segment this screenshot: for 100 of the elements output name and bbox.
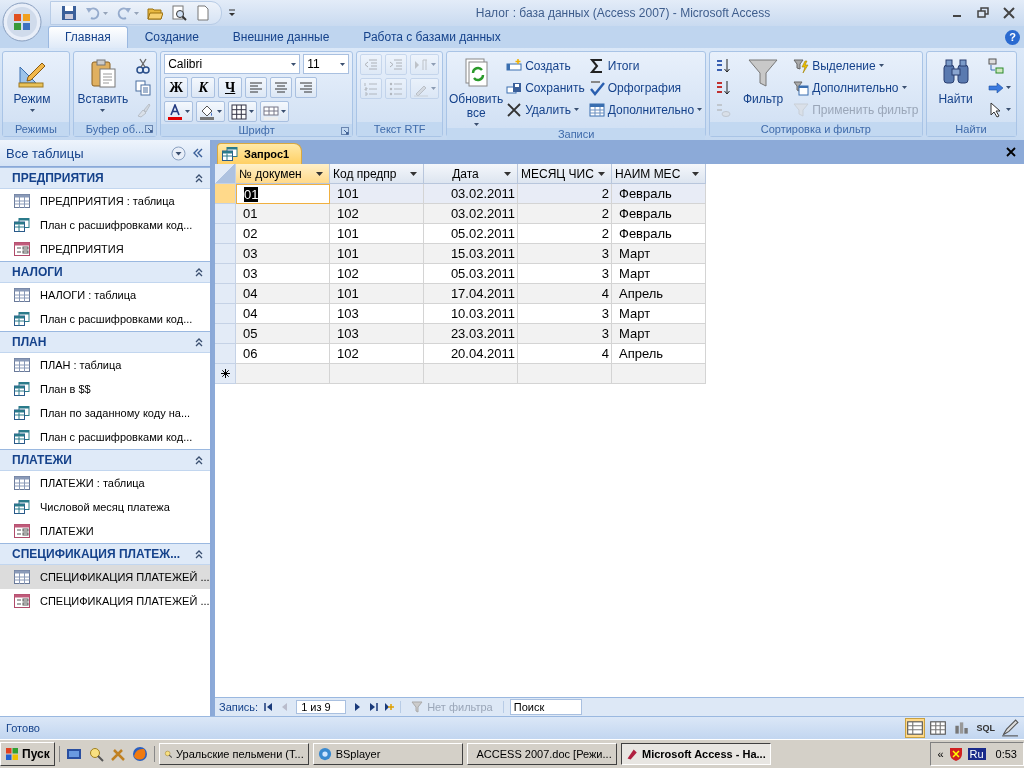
nav-item[interactable]: СПЕЦИФИКАЦИЯ ПЛАТЕЖЕЙ ... [0, 589, 210, 613]
clear-sort-icon [715, 101, 732, 118]
shield-icon[interactable] [947, 746, 964, 762]
ribbon-button[interactable]: Дополнительно [793, 78, 919, 97]
dialog-launcher-icon[interactable] [341, 127, 350, 135]
ribbon-tab[interactable]: Создание [127, 26, 216, 48]
ribbon-button[interactable]: Итоги [588, 56, 703, 75]
view-button[interactable]: SQL [974, 720, 997, 736]
dropdown-arrow-icon[interactable] [316, 171, 323, 176]
nav-group-header[interactable]: ПЛАТЕЖИ [0, 449, 210, 471]
caret-icon [134, 11, 139, 15]
nav-item[interactable]: Числовой месяц платежа [0, 495, 210, 519]
dropdown-arrow-icon[interactable] [692, 171, 699, 176]
record-selector[interactable] [215, 364, 236, 384]
column-header[interactable]: Дата [424, 164, 518, 184]
taskbar-button[interactable]: Microsoft Access - На... [620, 743, 771, 765]
ribbon-button[interactable] [196, 101, 226, 122]
combo-field[interactable]: Calibri [164, 54, 301, 74]
nav-item[interactable]: План в $$ [0, 377, 210, 401]
combo-field[interactable]: 11 [303, 54, 350, 74]
ribbon-button[interactable]: Фильтр [737, 54, 790, 106]
form-icon [14, 242, 30, 256]
ribbon-tab[interactable]: Работа с базами данных [346, 26, 518, 48]
taskbar-button[interactable]: Уральские пельмени (Т... [158, 743, 309, 765]
browser-icon[interactable] [131, 746, 148, 762]
restore-icon[interactable] [976, 6, 990, 20]
ribbon-tab[interactable]: Главная [48, 26, 128, 48]
nav-group-header[interactable]: ПЛАН [0, 331, 210, 353]
nav-group-header[interactable]: ПРЕДПРИЯТИЯ [0, 167, 210, 189]
ribbon-button[interactable] [228, 101, 258, 122]
nav-item[interactable]: План по заданному коду на... [0, 401, 210, 425]
nav-item[interactable]: СПЕЦИФИКАЦИЯ ПЛАТЕЖЕЙ ... [0, 565, 210, 589]
view-button[interactable] [928, 718, 949, 738]
document-tab[interactable]: Запрос1 [217, 143, 303, 164]
gridlines-icon [231, 103, 248, 120]
ribbon-button[interactable]: Обновить все [450, 54, 503, 126]
save-icon [61, 5, 77, 21]
new-record-icon[interactable] [384, 702, 395, 712]
column-header[interactable]: МЕСЯЦ ЧИС [518, 164, 612, 184]
collapse-pane-icon[interactable] [192, 147, 204, 159]
dialog-launcher-icon[interactable] [145, 125, 154, 133]
ribbon-button[interactable]: Найти [929, 54, 982, 106]
dropdown-icon[interactable] [171, 145, 186, 161]
dropdown-arrow-icon[interactable] [504, 171, 511, 176]
ribbon-button[interactable]: Режим [6, 54, 58, 112]
close-icon[interactable] [1002, 6, 1016, 20]
magnifier-icon[interactable] [87, 746, 104, 762]
nav-item[interactable]: ПЛАТЕЖИ : таблица [0, 471, 210, 495]
view-button[interactable] [1000, 718, 1020, 738]
record-number-field[interactable]: 1 из 9 [296, 700, 347, 714]
ribbon-button[interactable]: Вставить [76, 54, 129, 112]
ribbon-button[interactable]: Удалить [506, 100, 585, 119]
show-desktop-icon[interactable] [65, 746, 82, 762]
caret-icon [217, 110, 223, 113]
caret-icon [340, 62, 346, 66]
tray-expand-button[interactable]: « [937, 748, 944, 760]
nav-item[interactable]: План с расшифровками код... [0, 307, 210, 331]
ribbon-tab[interactable]: Внешние данные [215, 26, 347, 48]
help-button[interactable]: ? [1005, 29, 1020, 45]
windows-flag-icon [5, 747, 19, 761]
nav-group-header[interactable]: НАЛОГИ [0, 261, 210, 283]
column-header[interactable]: НАИМ МЕС [612, 164, 706, 184]
ribbon-button[interactable]: Создать [506, 56, 585, 75]
ribbon-button[interactable]: Выделение [793, 56, 919, 75]
first-record-icon[interactable] [264, 702, 275, 712]
dropdown-arrow-icon[interactable] [598, 171, 605, 176]
nav-item[interactable]: План с расшифровками код... [0, 425, 210, 449]
format-button[interactable]: К [191, 77, 216, 98]
last-record-icon[interactable] [368, 702, 379, 712]
column-header[interactable]: № докумен [236, 164, 330, 184]
nav-item[interactable]: НАЛОГИ : таблица [0, 283, 210, 307]
format-button[interactable]: Ч [218, 77, 243, 98]
caret-icon [249, 110, 255, 113]
column-header[interactable]: Код предпр [330, 164, 424, 184]
nav-item[interactable]: План с расшифровками код... [0, 213, 210, 237]
nav-item[interactable]: ПЛАТЕЖИ [0, 519, 210, 543]
nav-group-header[interactable]: СПЕЦИФИКАЦИЯ ПЛАТЕЖ... [0, 543, 210, 565]
ribbon-button[interactable] [164, 101, 194, 122]
ribbon-button[interactable]: Дополнительно [588, 100, 703, 119]
start-button[interactable]: Пуск [0, 742, 55, 766]
nav-item[interactable]: ПРЕДПРИЯТИЯ : таблица [0, 189, 210, 213]
search-field[interactable]: Поиск [509, 699, 582, 715]
language-indicator[interactable]: Ru [967, 748, 986, 760]
dropdown-arrow-icon[interactable] [410, 171, 417, 176]
nav-pane-header[interactable]: Все таблицы [0, 140, 210, 167]
toolbar-button[interactable] [61, 5, 77, 21]
player-icon [317, 747, 332, 761]
ribbon-button[interactable]: Орфография [588, 78, 703, 97]
filter-icon [747, 57, 780, 89]
nav-item[interactable]: ПРЕДПРИЯТИЯ [0, 237, 210, 261]
format-button[interactable]: Ж [164, 77, 189, 98]
toolbar-button[interactable] [171, 5, 187, 21]
close-icon[interactable] [1006, 147, 1016, 157]
taskbar-button[interactable]: ACCESS 2007.doc [Режи... [466, 743, 617, 765]
caret-icon [291, 62, 297, 66]
nav-item[interactable]: ПЛАН : таблица [0, 353, 210, 377]
customize-toolbar-icon[interactable] [228, 9, 236, 17]
taskbar-button[interactable]: BSplayer [312, 743, 463, 765]
view-button[interactable] [905, 718, 926, 738]
ribbon-button[interactable]: Сохранить [506, 78, 585, 97]
